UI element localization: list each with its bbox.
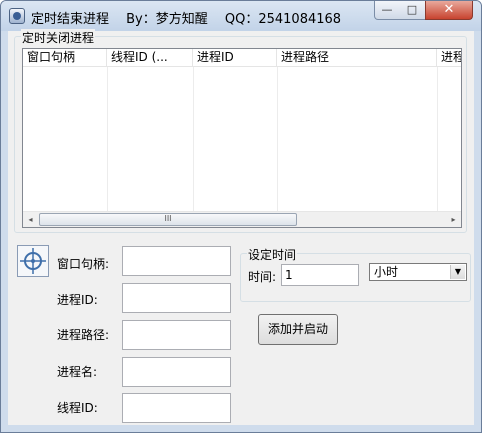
process-id-label: 进程ID: bbox=[57, 293, 98, 307]
add-and-start-button[interactable]: 添加并启动 bbox=[258, 314, 338, 345]
column-window-handle[interactable]: 窗口句柄 bbox=[23, 49, 107, 66]
column-process-path[interactable]: 进程路径 bbox=[277, 49, 437, 66]
column-process-id[interactable]: 进程ID bbox=[193, 49, 277, 66]
main-window: 定时结束进程 By：梦方知醒 QQ：2541084168 — □ ✕ 定时关闭进… bbox=[0, 0, 482, 433]
thread-id-label: 线程ID: bbox=[57, 401, 98, 415]
window-title: 定时结束进程 By：梦方知醒 QQ：2541084168 bbox=[31, 12, 342, 27]
window-handle-label: 窗口句柄: bbox=[57, 257, 110, 271]
grid-line bbox=[107, 67, 108, 211]
scroll-left-arrow-icon[interactable]: ◂ bbox=[23, 212, 38, 227]
scroll-thumb[interactable]: III bbox=[39, 213, 297, 226]
horizontal-scrollbar[interactable]: ◂ III ▸ bbox=[23, 211, 461, 227]
process-list[interactable]: 窗口句柄 线程ID (... 进程ID 进程路径 进程 ◂ III ▸ bbox=[22, 48, 462, 228]
process-list-group-title: 定时关闭进程 bbox=[21, 29, 96, 46]
time-input[interactable]: 1 bbox=[281, 264, 359, 286]
scroll-right-arrow-icon[interactable]: ▸ bbox=[446, 212, 461, 227]
app-icon bbox=[9, 8, 25, 24]
process-path-label: 进程路径: bbox=[57, 328, 110, 342]
window-handle-field[interactable] bbox=[122, 246, 231, 276]
time-unit-select[interactable]: 小时 ▼ bbox=[369, 263, 467, 281]
title-bar[interactable]: 定时结束进程 By：梦方知醒 QQ：2541084168 — □ ✕ bbox=[1, 1, 481, 31]
timer-group-title: 设定时间 bbox=[247, 246, 298, 263]
maximize-button[interactable]: □ bbox=[399, 1, 426, 20]
process-name-field[interactable] bbox=[122, 357, 231, 387]
grid-line bbox=[437, 67, 438, 211]
window-finder-target-button[interactable] bbox=[17, 245, 49, 277]
time-label: 时间: bbox=[248, 270, 277, 284]
grid-line bbox=[193, 67, 194, 211]
process-name-label: 进程名: bbox=[57, 365, 98, 379]
process-list-header: 窗口句柄 线程ID (... 进程ID 进程路径 进程 bbox=[23, 49, 461, 67]
process-path-field[interactable] bbox=[122, 320, 231, 350]
time-unit-value: 小时 bbox=[374, 265, 399, 279]
minimize-button[interactable]: — bbox=[374, 1, 400, 20]
crosshair-target-icon bbox=[20, 248, 46, 274]
column-thread-id[interactable]: 线程ID (... bbox=[107, 49, 193, 66]
client-area: 定时关闭进程 窗口句柄 线程ID (... 进程ID 进程路径 进程 ◂ III… bbox=[8, 29, 474, 425]
grid-line bbox=[277, 67, 278, 211]
process-id-field[interactable] bbox=[122, 283, 231, 313]
close-button[interactable]: ✕ bbox=[425, 1, 473, 20]
column-process-name[interactable]: 进程 bbox=[437, 49, 461, 66]
thread-id-field[interactable] bbox=[122, 393, 231, 423]
chevron-down-icon[interactable]: ▼ bbox=[450, 265, 465, 279]
